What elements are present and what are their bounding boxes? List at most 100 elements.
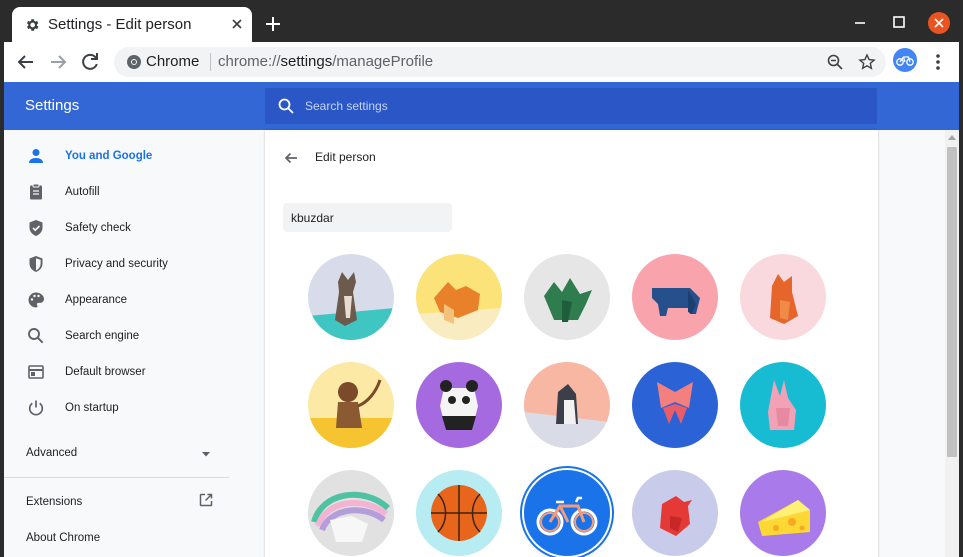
avatar-cheese[interactable]	[740, 470, 826, 556]
tab-title: Settings - Edit person	[48, 16, 192, 33]
address-bar[interactable]: Chrome chrome://settings/manageProfile	[114, 47, 886, 77]
cheese-avatar	[740, 470, 826, 556]
fox-pink-avatar	[740, 254, 826, 340]
tab-strip: Settings - Edit person	[0, 0, 963, 42]
gear-icon	[26, 19, 39, 31]
reload-icon[interactable]	[78, 50, 102, 74]
forward-arrow-icon[interactable]	[46, 50, 70, 74]
chrome-logo-icon	[127, 55, 141, 69]
settings-page: Settings You and Google Autofill Safety …	[4, 82, 959, 557]
avatar-panda[interactable]	[416, 362, 502, 448]
sidebar-item-label: Appearance	[65, 294, 128, 306]
edit-person-title: Edit person	[315, 150, 376, 164]
sidebar-item-on-startup[interactable]: On startup	[4, 390, 234, 426]
avatar-fox-pink[interactable]	[740, 254, 826, 340]
close-window-button[interactable]	[928, 12, 950, 34]
sidebar-item-you-and-google[interactable]: You and Google	[4, 138, 234, 174]
palette-icon	[28, 292, 44, 308]
avatar-monkey[interactable]	[308, 362, 394, 448]
monkey-avatar	[308, 362, 394, 448]
omnibox-separator	[210, 53, 211, 71]
close-tab-icon[interactable]	[228, 15, 246, 33]
search-icon	[278, 98, 294, 114]
sidebar-item-label: On startup	[65, 402, 119, 414]
sidebar-item-about-chrome[interactable]: About Chrome	[26, 532, 100, 544]
shield-check-icon	[29, 220, 43, 236]
power-icon	[28, 400, 44, 416]
sidebar-item-search-engine[interactable]: Search engine	[4, 318, 234, 354]
avatar-bird[interactable]	[632, 470, 718, 556]
avatar-cat[interactable]	[308, 254, 394, 340]
avatar-butterfly[interactable]	[632, 362, 718, 448]
sidebar-item-label: Autofill	[65, 186, 100, 198]
settings-header: Settings	[4, 82, 959, 130]
browser-window: Settings - Edit person Chrome chrome://s…	[0, 0, 963, 557]
unicorn-avatar	[308, 470, 394, 556]
back-arrow-icon[interactable]	[283, 150, 299, 166]
avatar-elephant[interactable]	[632, 254, 718, 340]
avatar-dragon[interactable]	[524, 254, 610, 340]
bicycle-icon	[896, 56, 914, 66]
open-in-new-icon[interactable]	[198, 492, 214, 508]
url-scheme: chrome://	[218, 53, 281, 70]
basketball-avatar	[416, 470, 502, 556]
bicycle-avatar	[524, 470, 610, 556]
sidebar-item-privacy-and-security[interactable]: Privacy and security	[4, 246, 234, 282]
url-host: settings	[280, 53, 333, 70]
sidebar-item-label: Privacy and security	[65, 258, 168, 270]
back-arrow-icon[interactable]	[14, 50, 38, 74]
sidebar-item-label: Safety check	[65, 222, 131, 234]
scrollbar-thumb[interactable]	[947, 147, 957, 457]
profile-name-input[interactable]	[283, 203, 452, 232]
settings-sidebar: You and Google Autofill Safety check Pri…	[4, 130, 234, 557]
sidebar-item-extensions[interactable]: Extensions	[26, 496, 82, 508]
url-path: /manageProfile	[332, 53, 434, 70]
sidebar-divider	[4, 477, 229, 478]
sidebar-item-advanced[interactable]: Advanced	[4, 439, 234, 469]
avatar-unicorn[interactable]	[308, 470, 394, 556]
clipboard-icon	[30, 183, 42, 200]
elephant-avatar	[632, 254, 718, 340]
avatar-fox[interactable]	[416, 254, 502, 340]
avatar-rabbit[interactable]	[740, 362, 826, 448]
page-scrollbar[interactable]	[945, 130, 959, 557]
search-input[interactable]	[305, 88, 865, 124]
browser-toolbar: Chrome chrome://settings/manageProfile	[4, 42, 959, 82]
dragon-avatar	[524, 254, 610, 340]
bird-avatar	[632, 470, 718, 556]
sidebar-item-label: You and Google	[65, 150, 153, 162]
bookmark-star-icon[interactable]	[858, 53, 876, 71]
fox-avatar	[416, 254, 502, 340]
url-text[interactable]: chrome://settings/manageProfile	[218, 53, 433, 70]
close-icon	[934, 18, 944, 28]
person-icon	[29, 149, 43, 163]
sidebar-item-autofill[interactable]: Autofill	[4, 174, 234, 210]
search-box[interactable]	[265, 88, 877, 124]
page-title: Settings	[25, 97, 80, 114]
sidebar-item-appearance[interactable]: Appearance	[4, 282, 234, 318]
rabbit-avatar	[740, 362, 826, 448]
sidebar-item-label: Default browser	[65, 366, 146, 378]
advanced-label: Advanced	[26, 447, 78, 459]
panda-avatar	[416, 362, 502, 448]
avatar-penguin[interactable]	[524, 362, 610, 448]
edit-person-card: Edit person	[265, 130, 878, 557]
maximize-icon[interactable]	[889, 12, 909, 32]
new-tab-icon[interactable]	[263, 14, 283, 34]
browser-icon	[28, 365, 44, 379]
butterfly-avatar	[632, 362, 718, 448]
kebab-menu-icon[interactable]	[928, 50, 948, 74]
sidebar-item-safety-check[interactable]: Safety check	[4, 210, 234, 246]
caret-down-icon	[202, 452, 210, 457]
avatar-bicycle[interactable]	[524, 470, 610, 556]
minimize-icon[interactable]	[850, 12, 870, 32]
shield-icon	[29, 256, 43, 272]
scroll-up-arrow-icon[interactable]	[948, 134, 956, 140]
profile-avatar-button[interactable]	[893, 48, 917, 72]
zoom-icon[interactable]	[826, 53, 844, 71]
cat-avatar	[308, 254, 394, 340]
tab-settings[interactable]: Settings - Edit person	[12, 7, 252, 42]
sidebar-item-default-browser[interactable]: Default browser	[4, 354, 234, 390]
avatar-basketball[interactable]	[416, 470, 502, 556]
search-icon	[28, 328, 44, 344]
